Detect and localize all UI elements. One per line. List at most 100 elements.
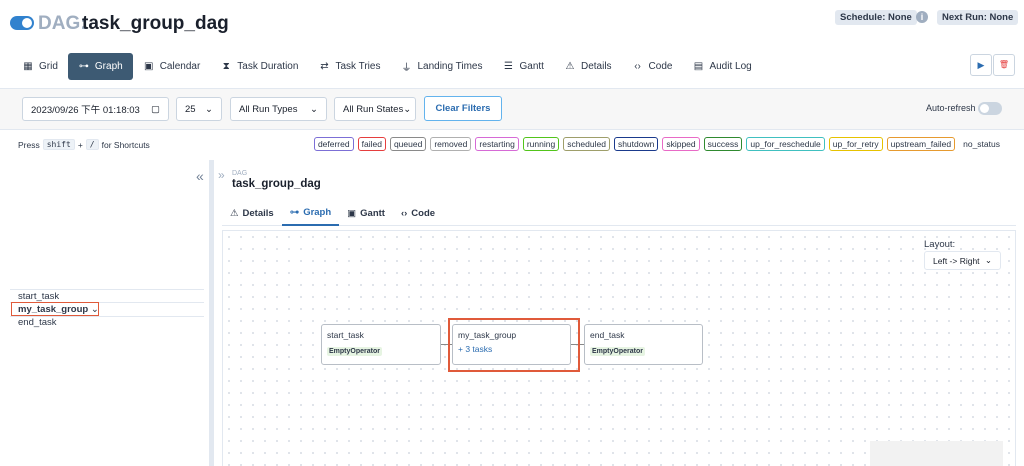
tree-highlight <box>11 302 99 316</box>
legend-chip-shutdown[interactable]: shutdown <box>613 137 659 151</box>
run-types-value: All Run Types <box>239 103 298 115</box>
expand-icon[interactable]: » <box>218 168 225 182</box>
tab-details[interactable]: ⚠ Details <box>554 53 622 80</box>
calendar-icon: ▢ <box>151 103 160 115</box>
warning-icon: ⚠ <box>230 207 239 219</box>
dag-pause-toggle[interactable] <box>10 16 34 30</box>
dag-breadcrumb-name[interactable]: task_group_dag <box>232 178 321 190</box>
legend-chip-upstream-failed[interactable]: upstream_failed <box>886 137 956 151</box>
pane-tab-graph-label: Graph <box>303 206 332 218</box>
clear-filters-button[interactable]: Clear Filters <box>424 96 502 121</box>
panel-splitter[interactable] <box>210 160 214 466</box>
trigger-dag-button[interactable]: ▶ <box>970 54 992 76</box>
legend-chip-queued[interactable]: queued <box>389 137 427 151</box>
legend-chip-no-status[interactable]: no_status <box>959 137 1004 151</box>
legend-chip-removed[interactable]: removed <box>430 137 472 151</box>
node-operator: EmptyOperator <box>327 347 382 356</box>
shortcut-plus: + <box>77 139 83 150</box>
code-icon: ‹› <box>634 61 641 72</box>
legend-chip-deferred[interactable]: deferred <box>313 137 354 151</box>
view-nav: ▦ Grid ⊶ Graph ▣ Calendar ⧗ Task Duration ⇄ T… <box>12 53 762 81</box>
legend-chip-failed[interactable]: failed <box>357 137 386 151</box>
info-icon[interactable]: i <box>916 11 928 23</box>
execution-date-value: 2023/09/26 下午 01:18:03 <box>31 105 140 116</box>
tab-task-duration-label: Task Duration <box>237 61 299 72</box>
shortcut-press-text: Press <box>18 139 40 150</box>
play-icon: ▶ <box>977 60 985 70</box>
trash-icon: 🗑 <box>998 60 1010 69</box>
landing-icon: ⏚ <box>401 63 412 74</box>
layout-value: Left -> Right <box>933 255 980 266</box>
shortcut-suffix-text: for Shortcuts <box>101 139 150 150</box>
tab-gantt-label: Gantt <box>519 61 544 72</box>
tab-code-label: Code <box>648 61 673 72</box>
pane-tab-gantt[interactable]: ▣ Gantt <box>339 200 393 226</box>
schedule-badge: Schedule: None <box>835 10 917 25</box>
status-legend: deferred failed queued removed restarting run… <box>313 137 1004 151</box>
chevron-down-icon: ⌄ <box>403 103 412 115</box>
audit-log-icon: ▤ <box>693 61 704 72</box>
tab-details-label: Details <box>580 61 612 72</box>
run-states-select[interactable]: All Run States ⌄ <box>334 97 416 121</box>
node-operator: EmptyOperator <box>590 347 645 356</box>
kbd-shift: shift <box>42 139 75 150</box>
legend-chip-up-for-reschedule[interactable]: up_for_reschedule <box>746 137 825 151</box>
pane-tab-code-label: Code <box>411 207 436 219</box>
pane-tabs: ⚠ Details ⊶ Graph ▣ Gantt ‹› Code <box>222 200 1016 226</box>
next-run-badge: Next Run: None <box>937 10 1019 25</box>
pane-tab-details-label: Details <box>242 207 274 219</box>
chevron-down-icon: ⌄ <box>310 103 318 115</box>
collapse-icon[interactable]: « <box>196 168 204 184</box>
retry-icon: ⇄ <box>320 61 329 72</box>
legend-chip-scheduled[interactable]: scheduled <box>563 137 610 151</box>
legend-chip-success[interactable]: success <box>703 137 743 151</box>
graph-icon: ⊶ <box>78 61 89 72</box>
node-title: end_task <box>590 330 625 340</box>
node-title: start_task <box>327 330 364 340</box>
tab-task-duration[interactable]: ⧗ Task Duration <box>210 53 308 80</box>
calendar-icon: ▣ <box>143 61 154 72</box>
pane-tab-code[interactable]: ‹› Code <box>393 200 443 226</box>
tab-graph-label: Graph <box>94 61 123 72</box>
tree-divider <box>10 289 204 290</box>
num-runs-select[interactable]: 25 ⌄ <box>176 97 222 121</box>
legend-chip-restarting[interactable]: restarting <box>475 137 519 151</box>
tab-code[interactable]: ‹› Code <box>622 53 683 80</box>
chevron-down-icon: ⌄ <box>984 255 992 265</box>
run-types-select[interactable]: All Run Types ⌄ <box>230 97 327 121</box>
page-title: task_group_dag <box>82 13 229 34</box>
gantt-icon: ▣ <box>347 207 357 219</box>
tab-audit-log[interactable]: ▤ Audit Log <box>682 53 761 80</box>
grid-icon: ▦ <box>23 61 33 72</box>
tab-task-tries-label: Task Tries <box>335 61 381 72</box>
tab-calendar[interactable]: ▣ Calendar <box>133 53 211 80</box>
dag-breadcrumb-label: DAG <box>232 170 248 177</box>
warning-icon: ⚠ <box>565 61 575 72</box>
tree-item-start-task[interactable]: start_task <box>18 291 59 302</box>
legend-chip-skipped[interactable]: skipped <box>662 137 700 151</box>
tab-grid[interactable]: ▦ Grid <box>12 53 68 80</box>
legend-chip-up-for-retry[interactable]: up_for_retry <box>828 137 883 151</box>
legend-chip-running[interactable]: running <box>522 137 560 151</box>
layout-select[interactable]: Left -> Right ⌄ <box>924 251 1001 270</box>
delete-dag-button[interactable]: 🗑 <box>993 54 1015 76</box>
tab-graph[interactable]: ⊶ Graph <box>67 53 133 80</box>
hourglass-icon: ⧗ <box>222 61 230 72</box>
execution-date-input[interactable]: 2023/09/26 下午 01:18:03 ▢ <box>22 97 169 121</box>
tab-landing-times[interactable]: ⏚ Landing Times <box>390 53 492 80</box>
graph-node-start-task[interactable]: start_task EmptyOperator <box>321 324 441 365</box>
tab-gantt[interactable]: ☰ Gantt <box>493 53 554 80</box>
kbd-slash: / <box>85 139 99 150</box>
num-runs-value: 25 <box>185 103 196 115</box>
shortcut-hint: Press shift + / for Shortcuts <box>18 139 150 150</box>
pane-tab-graph[interactable]: ⊶ Graph <box>281 200 340 226</box>
graph-node-end-task[interactable]: end_task EmptyOperator <box>584 324 703 365</box>
graph-icon: ⊶ <box>289 206 300 218</box>
graph-minimap[interactable] <box>870 441 1003 466</box>
pane-tab-details[interactable]: ⚠ Details <box>222 200 282 226</box>
tab-landing-times-label: Landing Times <box>417 61 483 72</box>
tree-item-end-task[interactable]: end_task <box>18 317 57 328</box>
auto-refresh-toggle[interactable] <box>978 102 1002 115</box>
run-states-value: All Run States <box>343 103 404 115</box>
tab-task-tries[interactable]: ⇄ Task Tries <box>308 53 390 80</box>
